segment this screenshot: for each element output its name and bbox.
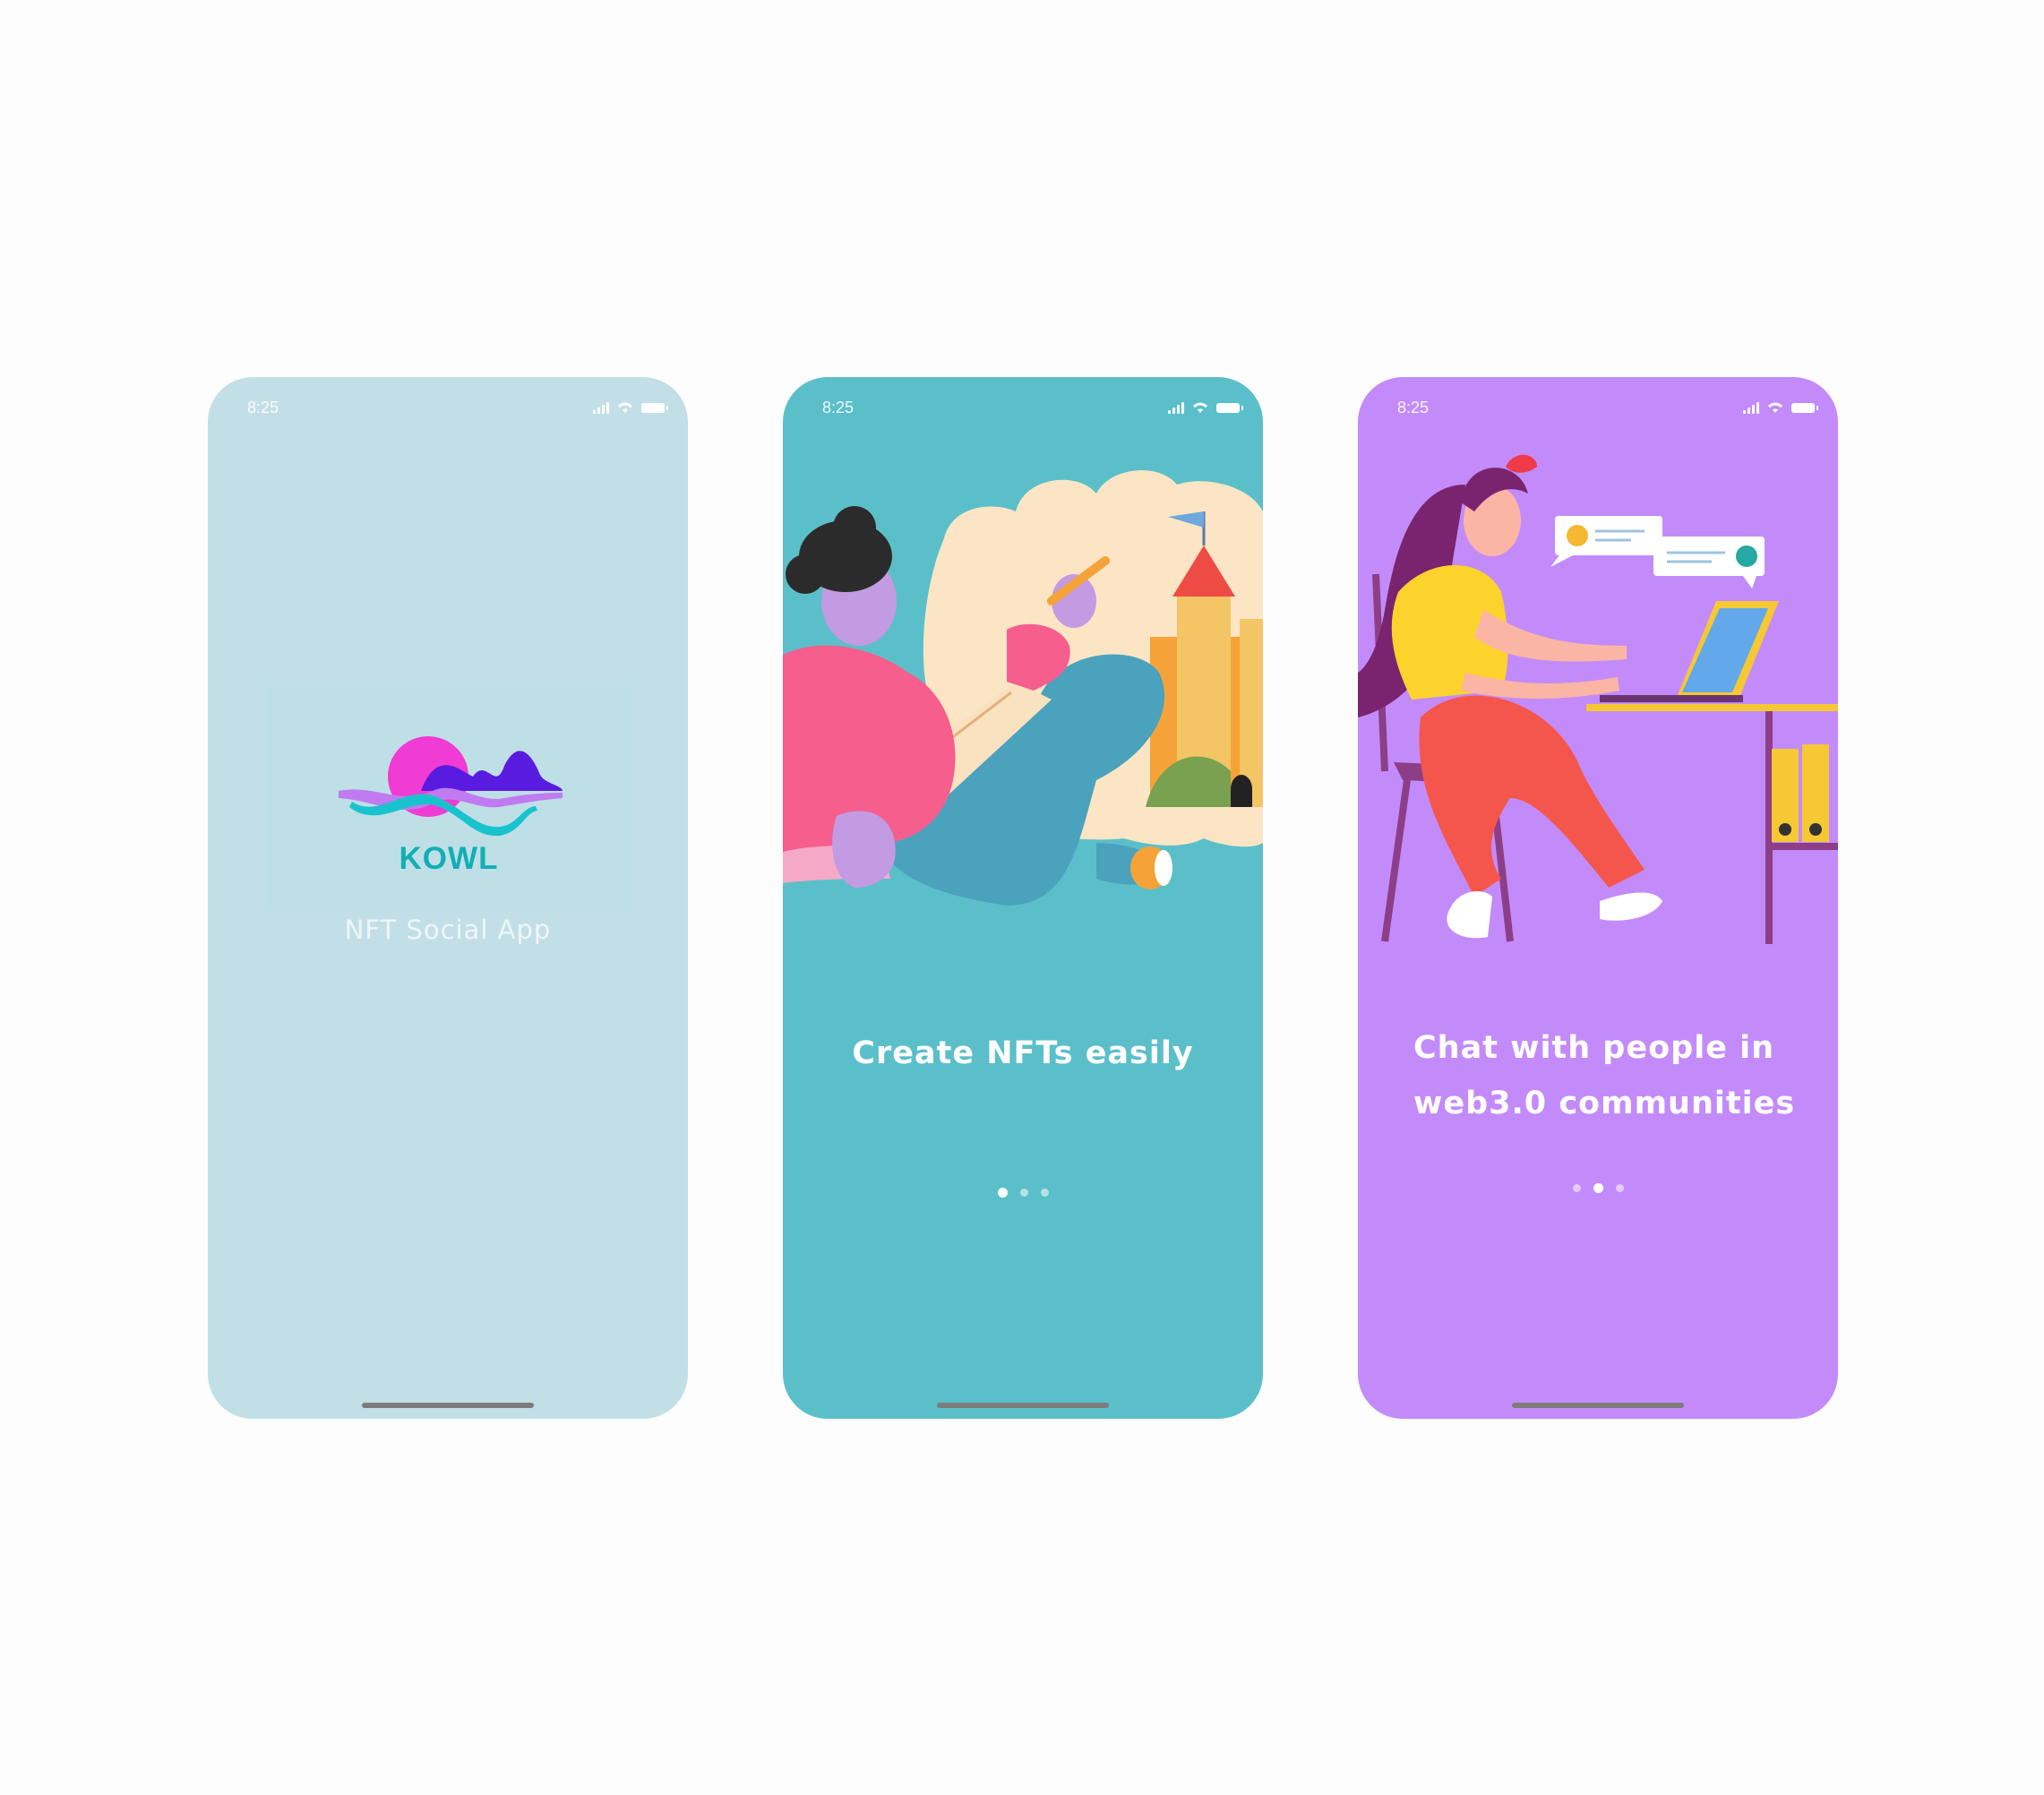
home-indicator[interactable] [1512,1403,1684,1408]
signal-icon [593,401,609,414]
app-tagline: NFT Social App [344,915,552,945]
page-indicator[interactable] [1358,1183,1838,1193]
logo-card: KOWL [267,685,631,911]
page-dot-3[interactable] [1040,1189,1049,1197]
wifi-icon [618,402,632,413]
battery-icon [641,402,668,413]
onboarding-caption: Chat with people in web3.0 communities [1413,1020,1802,1131]
caption-line-1: Chat with people in [1413,1030,1775,1066]
woman-at-laptop-illustration [1358,454,1838,944]
caption-line-2: web3.0 communities [1413,1086,1796,1121]
onboarding-caption: Create NFTs easily [852,1035,1194,1071]
page-indicator[interactable] [783,1188,1263,1198]
page-dot-1[interactable] [1572,1184,1581,1192]
page-dot-3[interactable] [1615,1184,1624,1192]
splash-screen: 8:25 KOWL NFT Social App [208,377,688,1419]
page-dot-2[interactable] [1593,1183,1603,1193]
home-indicator[interactable] [937,1403,1109,1408]
status-bar: 8:25 [247,395,668,420]
kowl-logo-icon [339,736,563,837]
home-indicator[interactable] [362,1403,534,1408]
onboarding-screen-chat: 8:25 Chat with people in web3.0 communit… [1358,377,1838,1419]
onboarding-screen-create: 8:25 Create NFTs easily [783,377,1263,1419]
app-logo-text: KOWL [399,841,499,876]
page-dot-1[interactable] [997,1188,1008,1198]
reading-woman-illustration [783,469,1263,906]
page-dot-2[interactable] [1019,1189,1028,1197]
status-time: 8:25 [247,398,279,417]
